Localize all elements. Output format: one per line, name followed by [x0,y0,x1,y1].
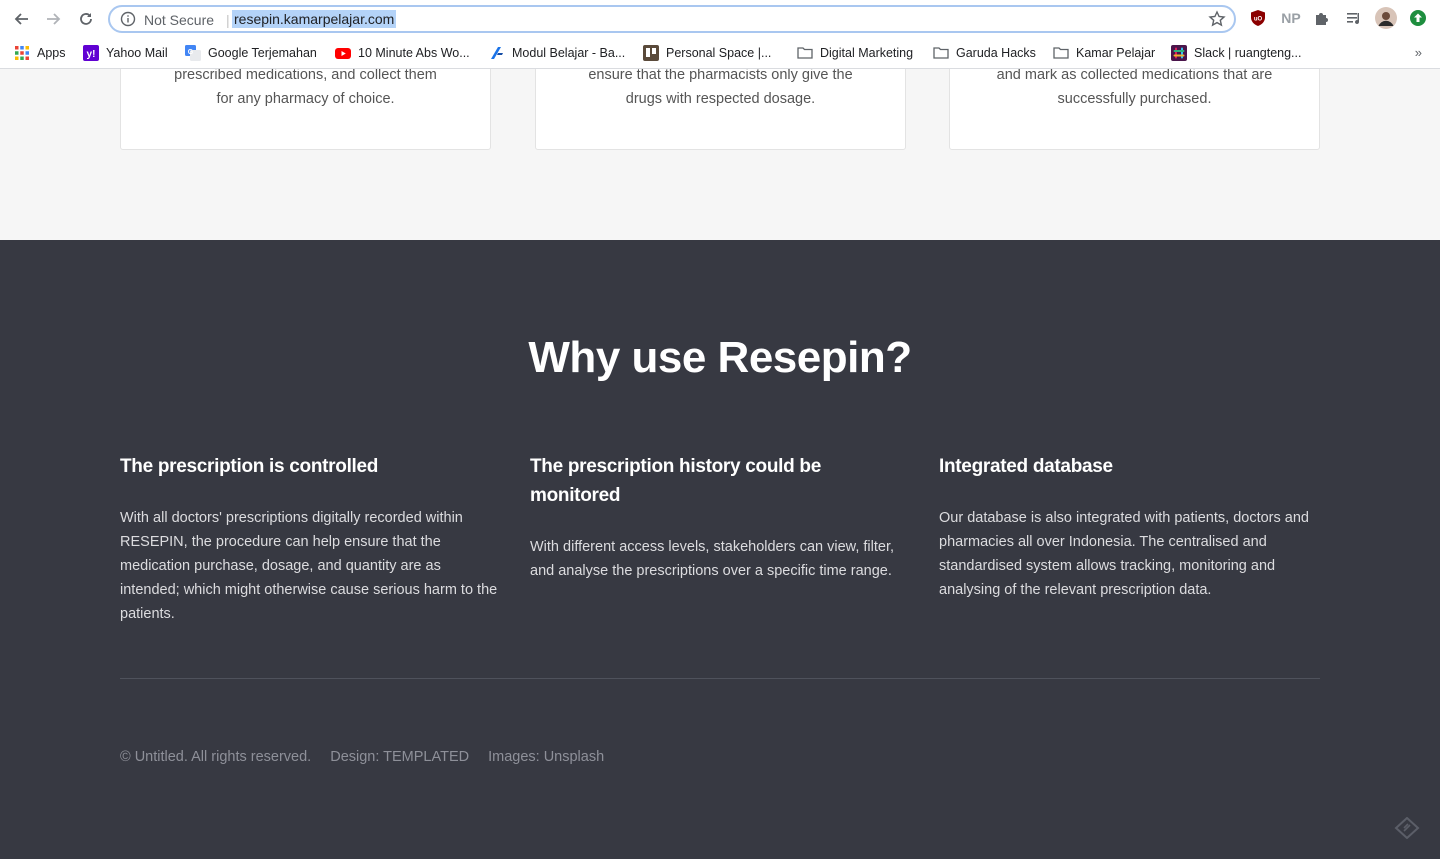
forward-arrow-icon [47,13,61,25]
section-heading: Why use Resepin? [528,333,912,382]
card-text-last-line: successfully purchased. [1057,91,1212,107]
trello-icon [643,45,659,61]
bookmark-personal-space[interactable]: Personal Space |... [643,44,771,62]
forward-button[interactable] [43,8,65,30]
why-feature-title: Integrated database [939,456,1113,477]
card-text-last-line: for any pharmacy of choice. [216,91,395,107]
apps-grid-icon [14,45,30,61]
features-cards-section: prescribed medications, and collect them… [0,69,1440,240]
reload-icon [80,13,92,25]
yahoo-icon: y! [83,45,99,61]
feature-card: ensure that the pharmacists only give th… [535,69,906,150]
bookmark-yahoo-mail[interactable]: y! Yahoo Mail [83,44,168,62]
bookmark-label: Slack | ruangteng... [1194,46,1302,60]
bookmark-folder-digital-marketing[interactable]: Digital Marketing [797,44,913,62]
security-separator: | [226,12,230,28]
feature-card: and mark as collected medications that a… [949,69,1320,150]
card-text: ensure that the pharmacists only give th… [556,69,885,111]
card-text: and mark as collected medications that a… [970,69,1299,111]
bookmark-slack[interactable]: Slack | ruangteng... [1171,44,1301,62]
url-text[interactable]: resepin.kamarpelajar.com [232,10,397,28]
media-queue-icon[interactable] [1344,8,1364,28]
images-credit-link[interactable]: Images: Unsplash [488,749,604,765]
footer-divider [120,678,1320,679]
bookmark-label: 10 Minute Abs Wo... [358,46,470,60]
design-credit-link[interactable]: Design: TEMPLATED [330,749,469,765]
bookmark-folder-kamar-pelajar[interactable]: Kamar Pelajar [1053,44,1155,62]
update-available-icon[interactable] [1408,8,1428,28]
bookmark-apps[interactable]: Apps [14,44,66,62]
scroll-widget-icon[interactable] [1394,816,1420,840]
svg-text:G: G [188,49,194,56]
info-icon[interactable] [120,11,136,32]
card-text-partial-line: and mark as collected medications that a… [996,69,1273,83]
bookmark-label: Kamar Pelajar [1076,46,1156,60]
modul-icon [489,45,505,61]
np-extension-icon[interactable]: NP [1280,8,1302,28]
back-button[interactable] [10,8,32,30]
bookmark-label: Apps [37,46,66,60]
bookmark-folder-garuda-hacks[interactable]: Garuda Hacks [933,44,1036,62]
bookmark-google-terjemahan[interactable]: G Google Terjemahan [185,44,317,62]
back-arrow-icon [14,13,28,25]
why-feature-history: The prescription history could be monito… [530,452,908,583]
google-translate-icon: G [185,45,201,61]
why-feature-controlled: The prescription is controlled With all … [120,452,498,626]
browser-toolbar: Not Secure | resepin.kamarpelajar.com uO… [0,0,1440,38]
card-text-last-line: drugs with respected dosage. [625,91,816,107]
security-status[interactable]: Not Secure [144,12,214,28]
bookmark-label: Google Terjemahan [208,46,317,60]
bookmark-star-icon[interactable] [1208,10,1226,33]
why-feature-database: Integrated database Our database is also… [939,452,1317,602]
bookmark-abs-workout[interactable]: 10 Minute Abs Wo... [335,44,470,62]
youtube-icon [335,45,351,61]
card-text-partial-line: prescribed medications, and collect them [174,69,437,83]
folder-icon [1053,45,1069,61]
bookmark-label: Personal Space |... [666,46,772,60]
folder-icon [933,45,949,61]
bookmark-modul-belajar[interactable]: Modul Belajar - Ba... [489,44,625,62]
bookmark-label: Garuda Hacks [956,46,1036,60]
why-resepin-section: Why use Resepin? The prescription is con… [0,240,1440,859]
slack-icon [1171,45,1187,61]
why-feature-body: With different access levels, stakeholde… [530,539,895,579]
why-feature-title: The prescription history could be monito… [530,456,821,506]
why-feature-body: With all doctors' prescriptions digitall… [120,510,498,622]
bookmark-label: Digital Marketing [820,46,914,60]
ublock-extension-icon[interactable]: uO [1248,8,1268,28]
bookmarks-overflow-chevron-icon[interactable]: » [1415,45,1422,60]
bookmark-label: Yahoo Mail [106,46,168,60]
card-text-partial-line: ensure that the pharmacists only give th… [588,69,853,83]
card-text: prescribed medications, and collect them… [141,69,470,111]
svg-text:y!: y! [87,49,96,60]
folder-icon [797,45,813,61]
why-feature-body: Our database is also integrated with pat… [939,510,1309,598]
bookmarks-bar: Apps y! Yahoo Mail G Google Terjemahan 1… [0,38,1440,69]
extensions-puzzle-icon[interactable] [1312,8,1332,28]
bookmark-label: Modul Belajar - Ba... [512,46,626,60]
feature-card: prescribed medications, and collect them… [120,69,491,150]
address-bar[interactable]: Not Secure | resepin.kamarpelajar.com [108,5,1236,33]
profile-avatar[interactable] [1375,7,1397,29]
reload-button[interactable] [75,8,97,30]
footer-copyright: © Untitled. All rights reserved. Design:… [120,749,623,765]
copyright-text: © Untitled. All rights reserved. [120,749,312,765]
why-feature-title: The prescription is controlled [120,456,379,477]
svg-text:uO: uO [1254,17,1263,23]
